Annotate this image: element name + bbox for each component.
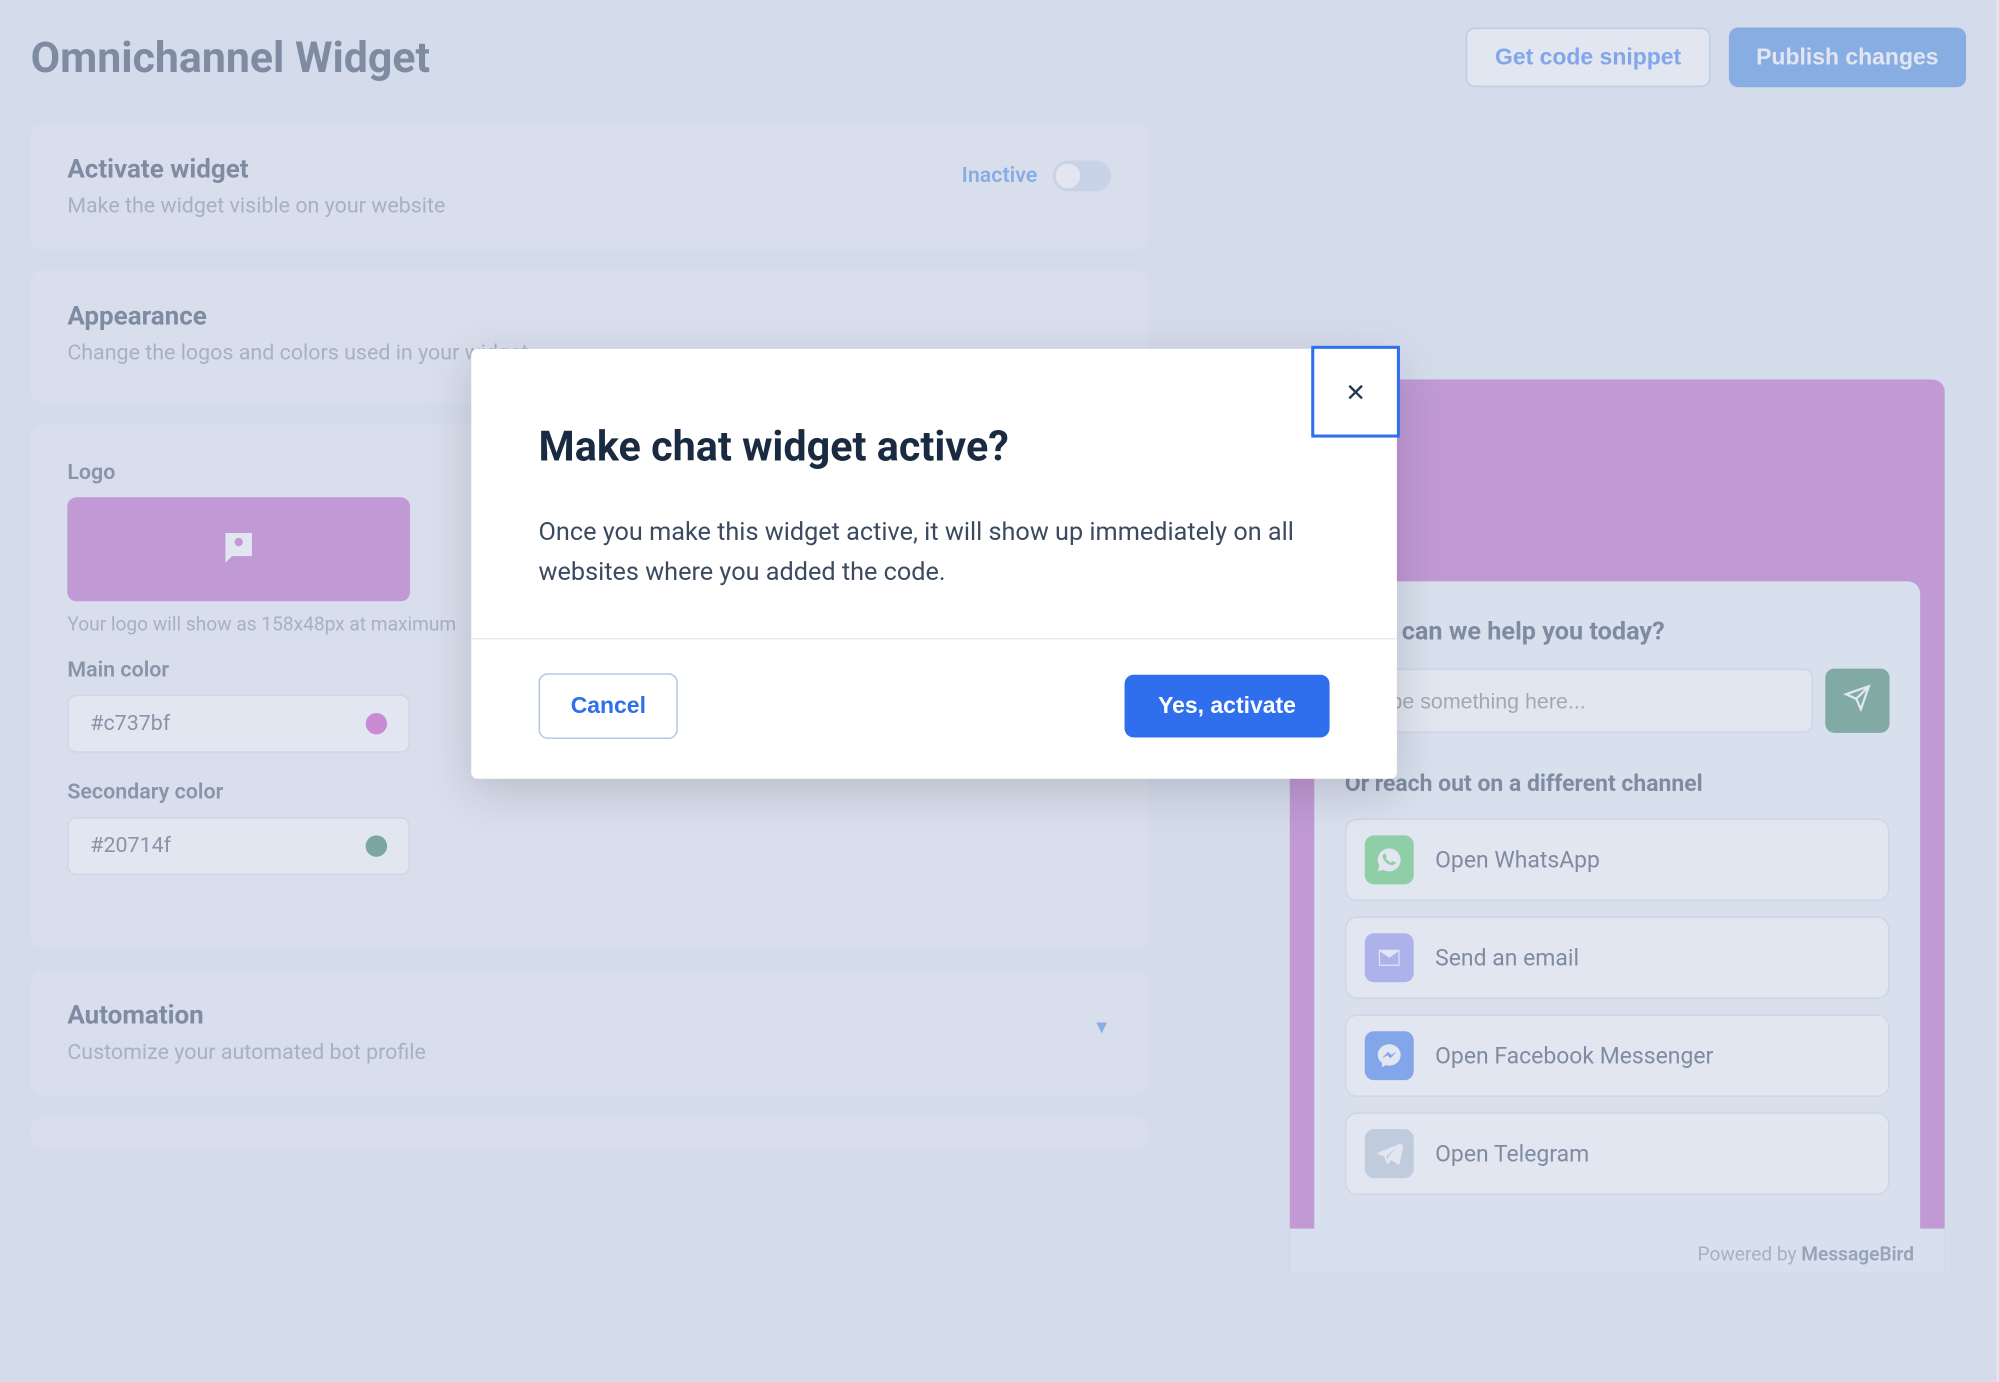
confirm-activate-button[interactable]: Yes, activate (1124, 674, 1329, 737)
modal-close-button[interactable]: ✕ (1311, 346, 1400, 438)
close-icon: ✕ (1345, 377, 1366, 406)
modal-body-text: Once you make this widget active, it wil… (539, 514, 1330, 595)
cancel-button[interactable]: Cancel (539, 673, 679, 739)
activate-modal: ✕ Make chat widget active? Once you make… (471, 349, 1397, 779)
modal-title: Make chat widget active? (539, 422, 1330, 471)
